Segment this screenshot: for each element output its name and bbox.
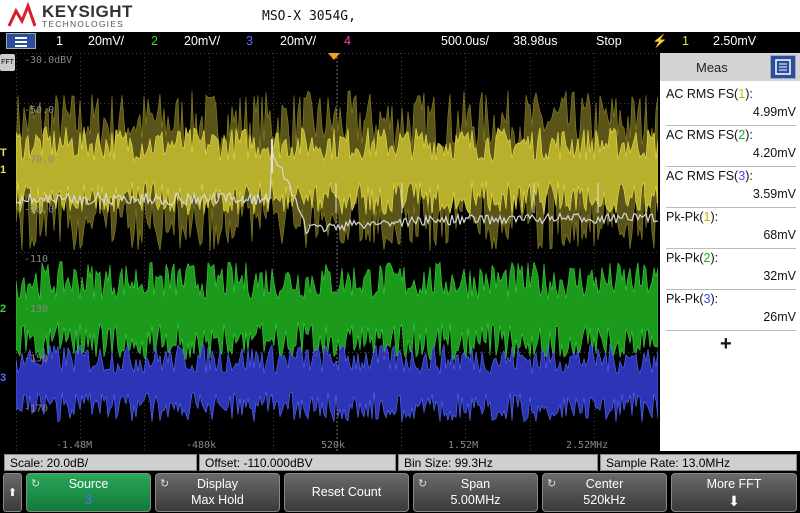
- source-softkey[interactable]: ↻ Source 3: [26, 473, 151, 512]
- ch3-scale[interactable]: 20mV/: [280, 34, 316, 48]
- down-arrow-icon: ⬇: [728, 493, 740, 509]
- ch1-number[interactable]: 1: [56, 34, 63, 48]
- ch2-scale[interactable]: 20mV/: [184, 34, 220, 48]
- ch2-number[interactable]: 2: [151, 34, 158, 48]
- fft-offset: Offset: -110.000dBV: [199, 454, 396, 471]
- meas-panel: Meas AC RMS FS(1): 4.99mV AC RMS FS(2): …: [660, 53, 800, 451]
- y-tick-label: -90.0: [24, 204, 54, 215]
- fft-tab[interactable]: FFT: [0, 54, 15, 71]
- trigger-edge-icon: ⚡: [652, 34, 668, 48]
- more-fft-softkey[interactable]: More FFT ⬇: [671, 473, 797, 512]
- x-tick-label: 2.52MHz: [566, 440, 608, 451]
- info-bar: Scale: 20.0dB/ Offset: -110.000dBV Bin S…: [0, 453, 800, 472]
- waveform-display[interactable]: -30.0dBV -50.0 -70.0 -90.0 -110 -130 -150 -170 …: [16, 53, 658, 451]
- ch1-ground-marker[interactable]: 1: [0, 164, 6, 176]
- trigger-position-marker: [328, 53, 340, 60]
- y-tick-label: -170: [24, 403, 48, 414]
- trigger-channel[interactable]: 1: [682, 34, 689, 48]
- meas-item[interactable]: Pk-Pk(3): 26mV: [666, 290, 796, 331]
- fft-bin-size: Bin Size: 99.3Hz: [398, 454, 598, 471]
- y-tick-label: -130: [24, 304, 48, 315]
- meas-value: 4.20mV: [752, 146, 796, 160]
- timebase[interactable]: 500.0us/: [441, 34, 489, 48]
- display-softkey[interactable]: ↻ Display Max Hold: [155, 473, 280, 512]
- softkey-bar: ⬆ ↻ Source 3 ↻ Display Max Hold Reset Co…: [0, 473, 800, 512]
- ch3-number[interactable]: 3: [246, 34, 253, 48]
- meas-value: 68mV: [763, 228, 796, 242]
- meas-item[interactable]: AC RMS FS(2): 4.20mV: [666, 126, 796, 167]
- trigger-level-marker[interactable]: T: [0, 147, 7, 159]
- ch3-ground-marker[interactable]: 3: [0, 372, 6, 384]
- x-tick-label: 520k: [321, 440, 345, 451]
- add-measurement-button[interactable]: +: [720, 333, 732, 356]
- run-state[interactable]: Stop: [596, 34, 622, 48]
- meas-item[interactable]: AC RMS FS(1): 4.99mV: [666, 85, 796, 126]
- meas-value: 4.99mV: [752, 105, 796, 119]
- meas-panel-title: Meas: [696, 60, 728, 75]
- span-softkey[interactable]: ↻ Span 5.00MHz: [413, 473, 538, 512]
- meas-value: 3.59mV: [752, 187, 796, 201]
- ch1-scale[interactable]: 20mV/: [88, 34, 124, 48]
- ch4-number[interactable]: 4: [344, 34, 351, 48]
- fft-sample-rate: Sample Rate: 13.0MHz: [600, 454, 797, 471]
- x-tick-label: -480k: [186, 440, 216, 451]
- x-tick-label: 1.52M: [448, 440, 478, 451]
- meas-item[interactable]: AC RMS FS(3): 3.59mV: [666, 167, 796, 208]
- waveform-canvas: -30.0dBV-50.0-70.0-90.0-110-130-150-170 …: [16, 53, 658, 451]
- fft-scale: Scale: 20.0dB/: [4, 454, 197, 471]
- book-icon[interactable]: [770, 55, 796, 79]
- spectrum-trace: [16, 261, 658, 362]
- y-tick-label: -50.0: [24, 105, 54, 116]
- status-bar: 1 20mV/ 2 20mV/ 3 20mV/ 4 500.0us/ 38.98…: [0, 32, 800, 51]
- model-name: MSO-X 3054G,: [262, 9, 356, 24]
- y-tick-label: -110: [24, 254, 48, 265]
- y-tick-label: -70.0: [24, 155, 54, 166]
- meas-value: 32mV: [763, 269, 796, 283]
- reset-count-softkey[interactable]: Reset Count: [284, 473, 409, 512]
- trigger-level[interactable]: 2.50mV: [713, 34, 756, 48]
- x-tick-label: -1.48M: [56, 440, 92, 451]
- keysight-logo-icon: [8, 2, 36, 27]
- meas-item[interactable]: Pk-Pk(2): 32mV: [666, 249, 796, 290]
- meas-panel-header: Meas: [660, 53, 800, 81]
- x-axis-labels: -1.48M -480k 520k 1.52M 2.52MHz: [56, 440, 608, 451]
- trigger-delay[interactable]: 38.98us: [513, 34, 557, 48]
- main-menu-button[interactable]: [6, 33, 36, 49]
- y-tick-label: -150: [24, 354, 48, 365]
- center-softkey[interactable]: ↻ Center 520kHz: [542, 473, 667, 512]
- brand-subtitle: TECHNOLOGIES: [42, 19, 124, 29]
- ch2-ground-marker[interactable]: 2: [0, 303, 6, 315]
- back-arrow-icon[interactable]: ⬆: [3, 473, 22, 512]
- traces: [16, 90, 658, 423]
- meas-item[interactable]: Pk-Pk(1): 68mV: [666, 208, 796, 249]
- meas-value: 26mV: [763, 310, 796, 324]
- header-bar: KEYSIGHT TECHNOLOGIES MSO-X 3054G,: [0, 0, 800, 32]
- y-tick-label: -30.0dBV: [24, 55, 72, 66]
